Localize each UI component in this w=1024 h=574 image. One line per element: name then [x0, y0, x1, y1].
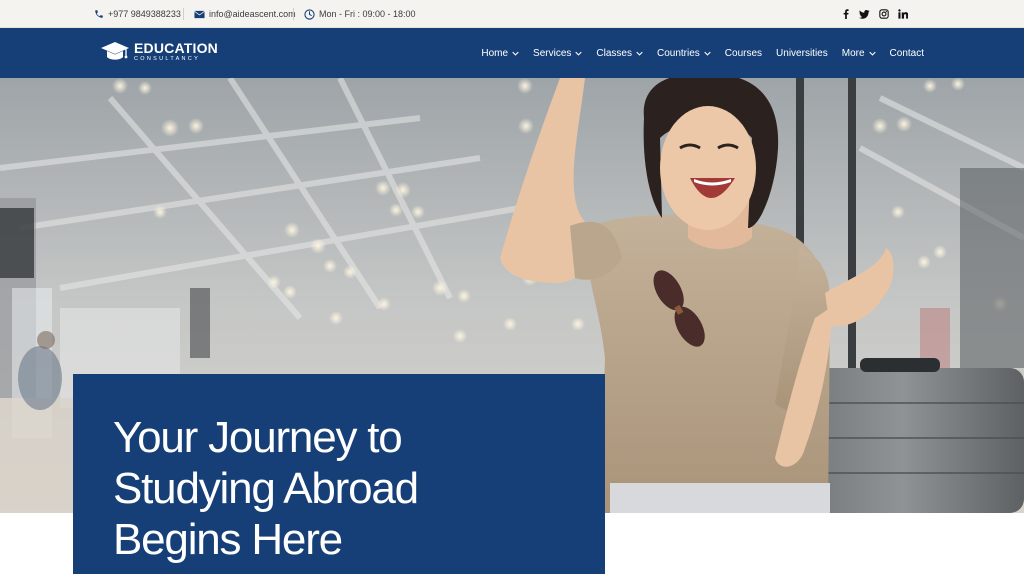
nav-label: More [841, 47, 865, 59]
nav-countries[interactable]: Countries [657, 48, 711, 59]
clock-icon [304, 8, 315, 20]
nav-label: Contact [889, 47, 924, 59]
nav-classes[interactable]: Classes [596, 48, 643, 59]
social-links [836, 0, 912, 28]
chevron-down-icon [512, 51, 519, 56]
nav-more[interactable]: More [842, 48, 876, 59]
nav-universities[interactable]: Universities [776, 48, 828, 59]
phone-contact[interactable]: +977 9849388233 [94, 0, 181, 28]
email-text: info@aideascent.com [209, 9, 296, 19]
hero-title: Your Journey to Studying Abroad Begins H… [113, 412, 573, 565]
nav-label: Services [533, 47, 572, 59]
office-hours: Mon - Fri : 09:00 - 18:00 [304, 0, 416, 28]
phone-icon [95, 10, 103, 18]
nav-label: Home [481, 47, 509, 59]
chevron-down-icon [868, 51, 876, 56]
linkedin-icon[interactable] [893, 9, 912, 19]
nav-label: Classes [596, 47, 632, 59]
hero-title-line: Begins Here [113, 515, 343, 564]
nav-contact[interactable]: Contact [890, 48, 924, 59]
nav-label: Universities [776, 47, 828, 59]
phone-text: +977 9849388233 [108, 9, 181, 19]
chevron-down-icon [575, 51, 583, 56]
chevron-down-icon [636, 51, 643, 56]
divider [183, 8, 184, 20]
site-logo[interactable]: EDUCATION CONSULTANCY [100, 41, 218, 63]
top-bar: +977 9849388233 info@aideascent.com Mon … [0, 0, 1024, 28]
hero-headline-card: Your Journey to Studying Abroad Begins H… [73, 374, 605, 574]
facebook-icon[interactable] [836, 9, 855, 19]
email-contact[interactable]: info@aideascent.com [194, 0, 296, 28]
nav-home[interactable]: Home [481, 48, 519, 59]
primary-menu: Home Services Classes Countries Courses … [467, 28, 924, 78]
nav-services[interactable]: Services [533, 47, 583, 59]
nav-label: Countries [656, 47, 700, 59]
brand-name: EDUCATION [134, 40, 218, 57]
twitter-icon[interactable] [855, 9, 874, 19]
brand-tagline: CONSULTANCY [134, 56, 201, 63]
chevron-down-icon [704, 51, 711, 56]
hours-text: Mon - Fri : 09:00 - 18:00 [319, 9, 416, 19]
divider [293, 8, 294, 20]
nav-courses[interactable]: Courses [725, 48, 762, 59]
graduation-cap-icon [101, 42, 129, 60]
mail-icon [194, 10, 205, 18]
hero-title-line: Studying Abroad [113, 464, 419, 513]
instagram-icon[interactable] [874, 9, 893, 19]
nav-label: Courses [724, 47, 763, 59]
main-navbar: EDUCATION CONSULTANCY Home Services Clas… [0, 28, 1024, 78]
hero-title-line: Your Journey to [113, 413, 403, 462]
